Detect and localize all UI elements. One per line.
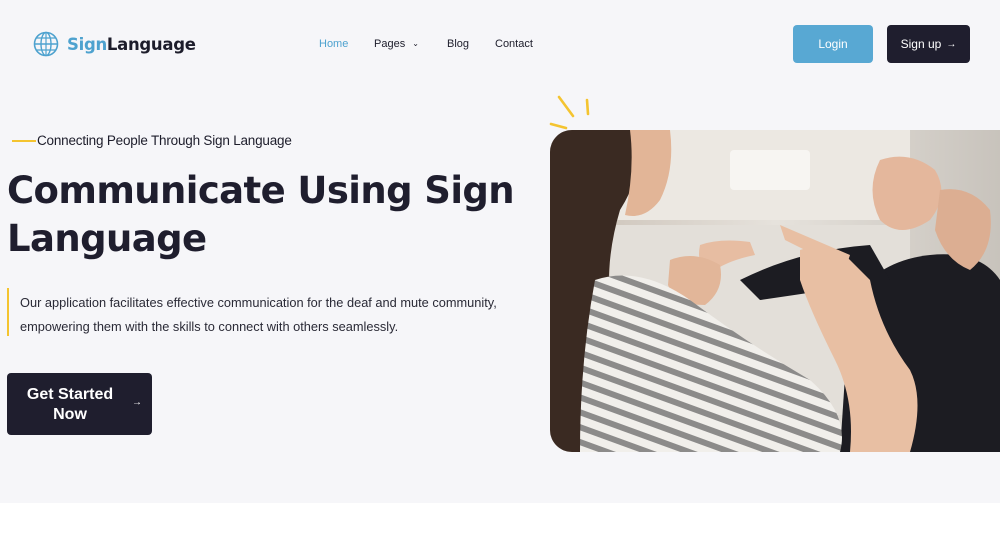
hero-tagline: Connecting People Through Sign Language <box>37 133 292 148</box>
nav-contact[interactable]: Contact <box>495 38 533 50</box>
hero-headline: Communicate Using Sign Language <box>7 169 515 260</box>
login-button[interactable]: Login <box>793 25 873 63</box>
hero-section: SignLanguage Home Pages ⌄ Blog Contact Lo… <box>0 0 1000 503</box>
sparkle-decoration-icon <box>549 95 590 130</box>
get-started-label: Get Started Now <box>26 386 114 423</box>
signup-button[interactable]: Sign up → <box>887 25 970 63</box>
brand-name-accent: Sign <box>67 34 107 54</box>
brand-name: SignLanguage <box>67 35 196 54</box>
get-started-button[interactable]: Get Started Now → <box>7 373 152 435</box>
nav-pages-label: Pages <box>374 38 406 50</box>
chevron-down-icon: ⌄ <box>412 39 419 48</box>
nav-blog[interactable]: Blog <box>447 38 469 50</box>
signup-label: Sign up <box>900 37 942 51</box>
tagline-accent-line <box>12 140 36 142</box>
globe-icon <box>33 31 59 57</box>
nav-pages[interactable]: Pages ⌄ <box>374 38 419 50</box>
hero-image <box>550 130 1000 452</box>
arrow-right-icon: → <box>132 397 142 408</box>
description-accent-bar <box>7 288 9 336</box>
arrow-right-icon: → <box>946 38 957 50</box>
hero-description: Our application facilitates effective co… <box>20 295 497 334</box>
brand-logo[interactable]: SignLanguage <box>32 30 196 58</box>
brand-name-rest: Language <box>106 34 196 54</box>
nav-home[interactable]: Home <box>319 38 348 50</box>
login-label: Login <box>818 37 848 51</box>
